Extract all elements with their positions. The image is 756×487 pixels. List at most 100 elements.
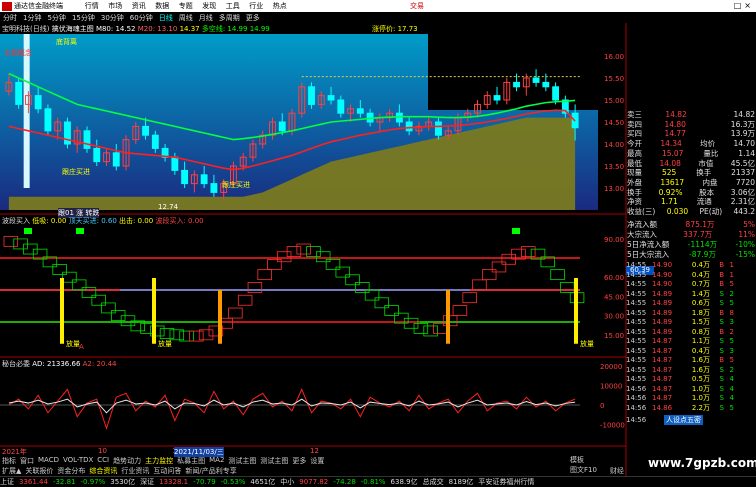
tick-cell: 5 <box>729 280 734 288</box>
extension-tab[interactable]: 新闻/产品利专享 <box>183 466 238 475</box>
y-tick-label: 30.00 <box>604 313 624 321</box>
tick-cell: 14.87 <box>652 346 673 355</box>
status-item: 9077.82 <box>299 478 329 486</box>
meta-item[interactable]: 模板 <box>570 456 626 466</box>
indicator-tab[interactable]: CCI <box>95 456 111 465</box>
candle-body <box>337 99 345 114</box>
quote-cell: 45.5亿 <box>730 158 755 168</box>
tick-tail: 14:56 <box>626 416 647 424</box>
extension-tab[interactable]: 扩展▲ <box>0 466 23 475</box>
quote-cell: 14.08 <box>659 158 681 168</box>
osc-label: 放量 <box>66 340 80 348</box>
osc-step <box>423 325 438 337</box>
osc-step <box>433 322 448 334</box>
indicator-tab[interactable]: 设置 <box>308 456 326 465</box>
meta-item[interactable]: 财经 <box>610 466 624 476</box>
tick-cell: 1 <box>729 270 734 279</box>
quote-cell: 7720 <box>735 177 755 187</box>
quote-row: 卖四 14.80 16.3万 <box>626 120 756 130</box>
main-label: 主题概念 <box>4 49 32 57</box>
indicator-tab[interactable]: 测试主图 <box>226 456 258 465</box>
quote-cell: PE(动) <box>699 207 723 217</box>
flow-line-a <box>8 388 576 431</box>
tick-cell: 14:56 <box>626 394 647 402</box>
tick-cell: 3 <box>729 346 734 355</box>
indicator-tab[interactable]: 测试主图 <box>258 456 290 465</box>
quote-row: 净资 1.71 流通 2.31亿 <box>626 197 756 207</box>
tick-row: 14:55 14.87 1.6万 B 5 <box>626 356 756 366</box>
y-tick-label: 45.00 <box>604 293 624 301</box>
flow-row: 净流入额 875.1万 5% <box>626 220 756 230</box>
osc-step <box>237 294 253 306</box>
osc-step <box>257 269 272 281</box>
candle-body <box>278 121 286 132</box>
tick-row: 14:55 14.87 1.1万 S 5 <box>626 337 756 347</box>
extension-tab[interactable]: 互动问答 <box>151 466 183 475</box>
indicator-tab[interactable]: 主力监控 <box>143 456 175 465</box>
y-tick-label: 0 <box>600 402 604 410</box>
status-item: 3361.44 <box>19 478 48 486</box>
tick-cell: 4 <box>729 394 734 402</box>
quote-row: 外盘 13617 内盘 7720 <box>626 178 756 188</box>
extension-tab[interactable]: 资金分布 <box>55 466 87 475</box>
extension-tab[interactable]: 行业资讯 <box>119 466 151 475</box>
quote-cell: 卖三 <box>627 110 642 119</box>
indicator-tab[interactable]: MA2 <box>207 456 226 465</box>
osc-step <box>62 271 77 283</box>
quote-row: 卖三 14.82 14.82 <box>626 110 756 120</box>
osc-marker <box>76 228 84 234</box>
tick-cell: S <box>719 299 724 307</box>
indicator-tab[interactable]: 指标 <box>0 456 18 465</box>
osc-step <box>325 258 341 270</box>
flow-row: 大宗流入 337.7万 11% <box>626 230 756 240</box>
osc-step <box>71 279 87 291</box>
indicator-tab[interactable]: 趋势动力 <box>111 456 143 465</box>
tick-list[interactable]: 14:55 14.90 0.4万 B 1 14:55 14.90 0.4万 B 1 14:55 14.… <box>626 261 756 413</box>
quote-cell: 外盘 <box>627 177 642 187</box>
tick-cell: 1.8万 <box>691 308 710 317</box>
indicator-tab[interactable]: 私募主图 <box>175 456 207 465</box>
osc-step <box>355 282 370 293</box>
tick-cell: 4 <box>729 384 734 393</box>
tick-row: 14:55 14.87 0.4万 S 3 <box>626 347 756 357</box>
quote-cell: 14.77 <box>664 129 686 139</box>
indicator-tab[interactable]: 更多 <box>290 456 308 465</box>
flow-cell: 5日大宗流入 <box>627 250 670 259</box>
flow-cell: 5日净流入额 <box>627 240 670 249</box>
main-label: 跟庄买进 <box>222 181 250 189</box>
candle-body <box>493 95 501 101</box>
extension-tab[interactable]: 综合资讯 <box>87 466 119 475</box>
indicator-tab[interactable]: VOL-TDX <box>61 456 95 465</box>
indicator-name: 擒伏海魂主图 <box>51 25 94 33</box>
quote-cell: 换手 <box>627 187 642 197</box>
tick-cell: 14.87 <box>652 394 673 402</box>
tick-cell: 14.87 <box>652 356 673 364</box>
y-tick-label: 10000 <box>600 383 622 391</box>
quote-cell: 收益(三) <box>627 207 656 217</box>
quote-cell: 14.82 <box>733 110 755 119</box>
candle-body <box>552 86 560 101</box>
quote-cell: 21337 <box>731 168 755 178</box>
flow-cell: 大宗流入 <box>627 230 657 239</box>
osc-signal-bar <box>152 278 156 344</box>
app-window: 通达信金融终端 行情 市场 资讯 数据 专题 发现 工具 行业 热点 交易 □×… <box>0 0 756 487</box>
y-tick-label: -10000 <box>600 422 625 430</box>
quote-cell: 市值 <box>698 158 714 168</box>
tick-row: 14:55 14.89 0.8万 B 2 <box>626 328 756 338</box>
m20-value: M20: 13.10 <box>137 25 178 33</box>
flow-cell: 337.7万 <box>683 230 713 239</box>
tick-cell: 14:55 <box>626 346 647 355</box>
y-tick-label: 13.50 <box>604 163 624 171</box>
y-tick-label: 14.00 <box>604 141 624 149</box>
tick-badge[interactable]: 人设点五密 <box>664 415 703 425</box>
indicator-tab[interactable]: MACD <box>36 456 61 465</box>
tick-cell: 8 <box>729 308 734 317</box>
tick-cell: S <box>719 289 724 298</box>
price-low-label: 12.74 <box>158 203 179 211</box>
extension-tab[interactable]: 关联报价 <box>23 466 55 475</box>
candle-body <box>93 147 101 163</box>
tick-row: 14:56 14.86 2.2万 S 5 <box>626 404 756 414</box>
candle-body <box>34 95 42 110</box>
indicator-tab[interactable]: 窗口 <box>18 456 36 465</box>
flow-cell: -10% <box>735 240 755 249</box>
